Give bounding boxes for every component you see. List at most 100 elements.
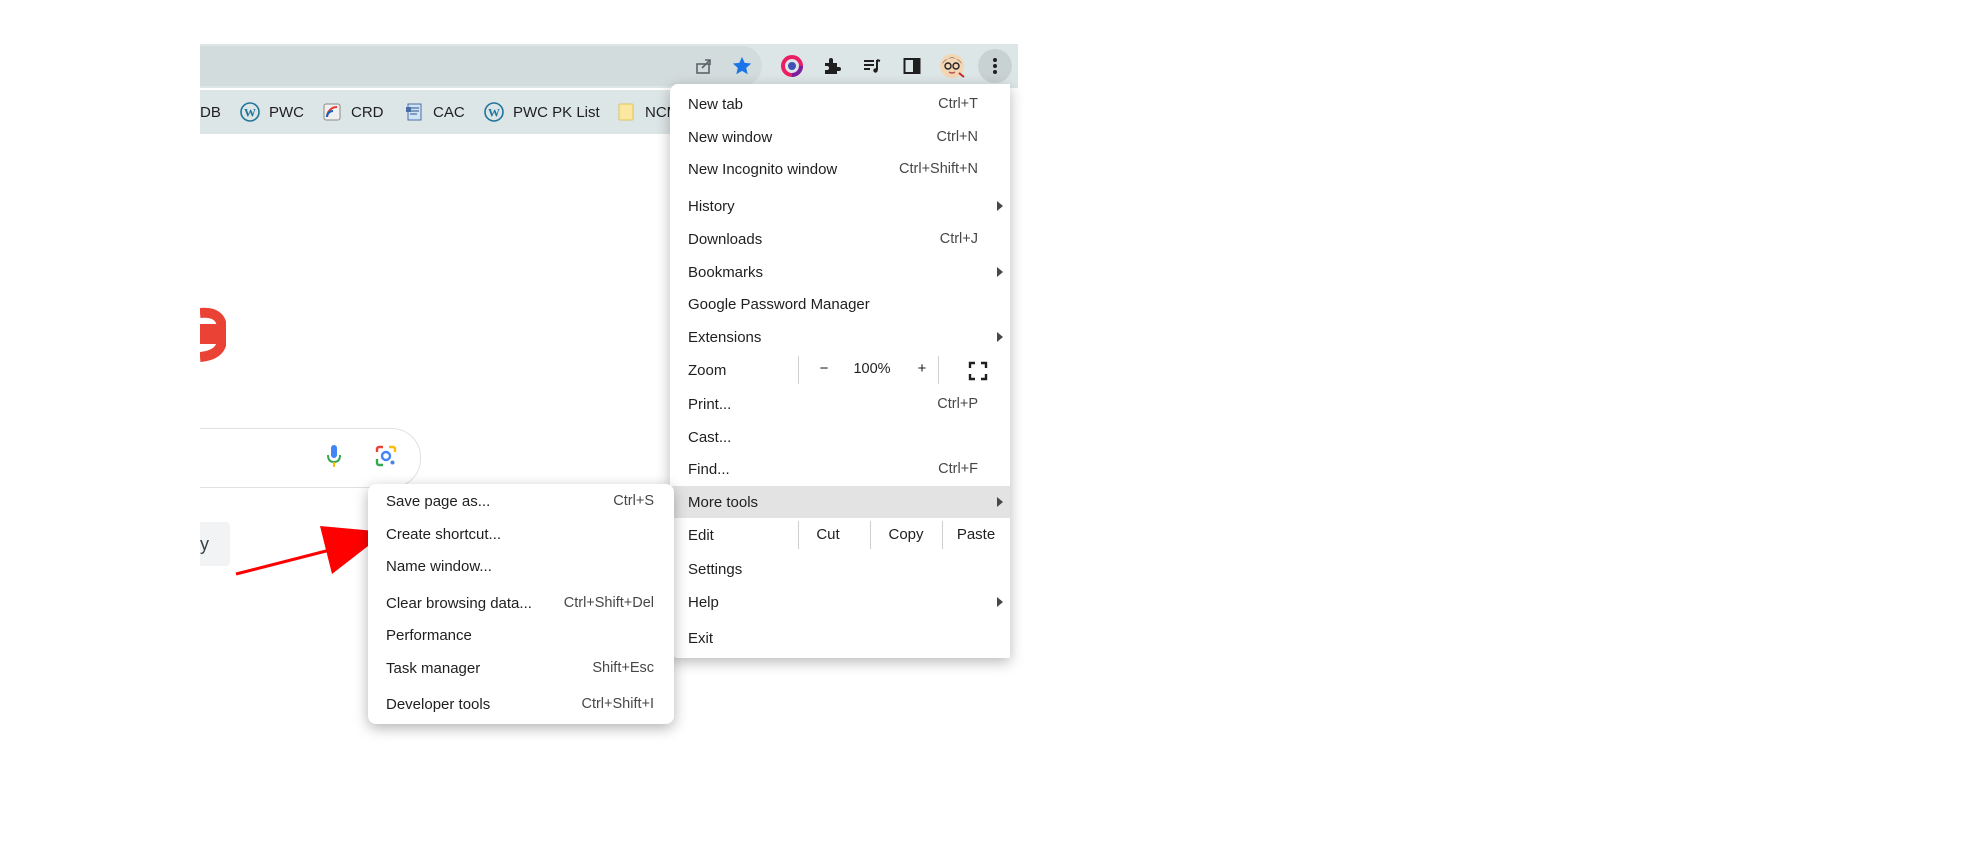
submenu-arrow-icon (997, 201, 1003, 211)
menu-item-downloads[interactable]: Downloads Ctrl+J (670, 223, 1010, 255)
more-tools-submenu: Save page as... Ctrl+S Create shortcut..… (368, 484, 674, 724)
rss-icon (322, 102, 342, 122)
chrome-main-menu: New tab Ctrl+T New window Ctrl+N New Inc… (670, 84, 1010, 658)
menu-item-label: Exit (688, 629, 714, 647)
menu-item-history[interactable]: History (670, 190, 1010, 222)
zoom-level: 100% (853, 361, 891, 377)
menu-separator (938, 356, 939, 384)
bookmark-item[interactable]: W PWC PK List (484, 100, 600, 124)
color-extension-icon[interactable] (778, 52, 806, 80)
menu-item-zoom: Zoom (670, 354, 1010, 386)
menu-item-label: Create shortcut... (386, 525, 502, 543)
submenu-item-performance[interactable]: Performance (368, 620, 674, 650)
menu-item-new-incognito[interactable]: New Incognito window Ctrl+Shift+N (670, 153, 1010, 185)
menu-item-label: Find... (688, 460, 730, 478)
submenu-item-developer-tools[interactable]: Developer tools Ctrl+Shift+I (368, 689, 674, 719)
red-arrow-icon (235, 526, 386, 576)
document-icon (404, 102, 424, 122)
zoom-in-button[interactable]: + (912, 360, 932, 377)
submenu-item-name-window[interactable]: Name window... (368, 551, 674, 581)
fullscreen-icon[interactable] (968, 361, 988, 381)
submenu-item-clear-browsing-data[interactable]: Clear browsing data... Ctrl+Shift+Del (368, 588, 674, 618)
menu-item-new-window[interactable]: New window Ctrl+N (670, 121, 1010, 153)
menu-item-label: Developer tools (386, 695, 491, 713)
menu-separator (798, 356, 799, 384)
menu-item-print[interactable]: Print... Ctrl+P (670, 388, 1010, 420)
svg-text:W: W (244, 106, 256, 120)
zoom-out-button[interactable]: − (814, 360, 834, 377)
menu-item-extensions[interactable]: Extensions (670, 321, 1010, 353)
menu-item-label: Name window... (386, 557, 492, 575)
bookmark-label: PWC (269, 103, 304, 121)
wordpress-icon: W (240, 102, 260, 122)
button-label-fragment: y (200, 533, 209, 554)
bookmark-item[interactable]: CAC (404, 100, 465, 124)
submenu-item-save-page[interactable]: Save page as... Ctrl+S (368, 486, 674, 516)
menu-item-shortcut: Ctrl+S (613, 493, 654, 509)
menu-item-shortcut: Ctrl+Shift+Del (563, 595, 654, 611)
menu-item-cast[interactable]: Cast... (670, 421, 1010, 453)
menu-item-label: Settings (688, 560, 743, 578)
bookmark-item[interactable]: W PWC (240, 100, 304, 124)
menu-item-label: New Incognito window (688, 160, 838, 178)
microphone-icon[interactable] (320, 442, 348, 470)
kebab-menu-icon[interactable] (978, 49, 1012, 83)
submenu-arrow-icon (997, 497, 1003, 507)
menu-item-label: Save page as... (386, 492, 491, 510)
bookmark-label: CAC (433, 103, 465, 121)
bookmark-label: CRD (351, 103, 384, 121)
menu-item-bookmarks[interactable]: Bookmarks (670, 256, 1010, 288)
submenu-item-create-shortcut[interactable]: Create shortcut... (368, 519, 674, 549)
menu-item-help[interactable]: Help (670, 586, 1010, 618)
menu-separator (942, 521, 943, 549)
menu-item-new-tab[interactable]: New tab Ctrl+T (670, 88, 1010, 120)
address-bar[interactable] (200, 46, 762, 86)
bookmark-star-icon[interactable] (728, 52, 756, 80)
menu-item-label: Extensions (688, 328, 762, 346)
google-logo-fragment (200, 305, 226, 365)
menu-item-shortcut: Ctrl+F (938, 461, 978, 477)
menu-item-label: Clear browsing data... (386, 594, 532, 612)
menu-item-settings[interactable]: Settings (670, 553, 1010, 585)
menu-item-label: New window (688, 128, 773, 146)
menu-item-label: Downloads (688, 230, 763, 248)
share-icon[interactable] (690, 52, 718, 80)
side-panel-icon[interactable] (898, 52, 926, 80)
menu-item-shortcut: Shift+Esc (592, 660, 654, 676)
menu-separator (798, 521, 799, 549)
menu-item-label: Google Password Manager (688, 295, 870, 313)
menu-item-label: Help (688, 593, 719, 611)
svg-text:W: W (488, 106, 500, 120)
google-lens-icon[interactable] (372, 442, 400, 470)
menu-item-shortcut: Ctrl+Shift+I (581, 696, 654, 712)
bookmark-item[interactable]: DB (200, 100, 221, 124)
menu-item-label: Cast... (688, 428, 732, 446)
submenu-arrow-icon (997, 332, 1003, 342)
menu-item-shortcut: Ctrl+T (938, 96, 978, 112)
menu-item-exit[interactable]: Exit (670, 622, 1010, 654)
bookmark-item[interactable]: CRD (322, 100, 384, 124)
submenu-arrow-icon (997, 597, 1003, 607)
menu-item-label: Bookmarks (688, 263, 764, 281)
extensions-puzzle-icon[interactable] (818, 52, 846, 80)
wordpress-icon: W (484, 102, 504, 122)
menu-item-label: History (688, 197, 735, 215)
paste-button[interactable]: Paste (945, 526, 1007, 543)
folder-icon (616, 102, 636, 122)
menu-item-shortcut: Ctrl+N (936, 129, 979, 145)
submenu-item-task-manager[interactable]: Task manager Shift+Esc (368, 653, 674, 683)
cut-button[interactable]: Cut (800, 526, 856, 543)
copy-button[interactable]: Copy (873, 526, 939, 543)
menu-item-more-tools[interactable]: More tools (670, 486, 1010, 518)
menu-item-label: Task manager (386, 659, 481, 677)
reading-list-icon[interactable] (858, 52, 886, 80)
menu-item-label: Edit (688, 526, 714, 544)
profile-avatar[interactable] (938, 52, 966, 80)
bookmark-label: PWC PK List (513, 103, 600, 121)
bookmark-label: DB (200, 103, 221, 121)
menu-item-label: Zoom (688, 361, 727, 379)
search-button-fragment[interactable]: y (200, 522, 230, 566)
menu-item-shortcut: Ctrl+J (939, 231, 978, 247)
menu-item-find[interactable]: Find... Ctrl+F (670, 453, 1010, 485)
menu-item-password-manager[interactable]: Google Password Manager (670, 288, 1010, 320)
